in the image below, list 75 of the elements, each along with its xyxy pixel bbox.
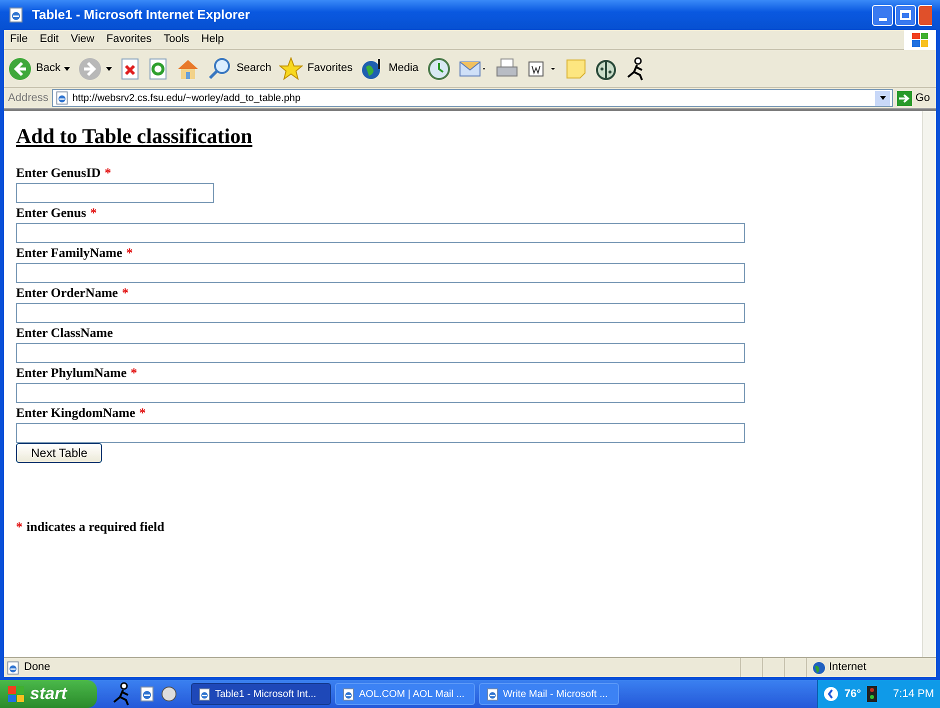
next-table-button[interactable]: Next Table: [16, 443, 102, 463]
required-asterisk: *: [90, 204, 97, 222]
page-icon: [6, 660, 20, 674]
dropdown-caret-icon: [64, 66, 70, 70]
dropdown-caret-icon: [880, 96, 886, 100]
input-field[interactable]: [16, 423, 745, 443]
field-label: Enter OrderName: [16, 284, 118, 302]
search-button[interactable]: Search: [208, 54, 272, 84]
search-icon: [208, 56, 232, 80]
required-asterisk: *: [104, 164, 112, 182]
circle-icon: [161, 686, 177, 702]
traffic-light-icon: [867, 686, 878, 702]
required-asterisk: *: [139, 404, 146, 422]
browser-icon: [486, 688, 499, 700]
input-field[interactable]: [16, 383, 745, 403]
input-field[interactable]: [16, 343, 745, 363]
menu-item[interactable]: Help: [195, 31, 230, 48]
address-field[interactable]: http://websrv2.cs.fsu.edu/~worley/add_to_table.php: [52, 89, 894, 107]
input-field[interactable]: [16, 263, 745, 283]
menu-item[interactable]: Favorites: [100, 31, 158, 48]
zone-label: Internet: [829, 660, 866, 676]
taskbar-button[interactable]: Table1 - Microsoft Int...: [191, 683, 331, 705]
dropdown-caret-icon: [106, 66, 112, 70]
required-asterisk: *: [122, 284, 128, 302]
taskbar-button[interactable]: AOL.COM | AOL Mail ...: [335, 683, 475, 705]
page-heading: Add to Table classification: [16, 123, 252, 149]
input-field[interactable]: [16, 183, 214, 203]
ladybug-icon: [594, 58, 617, 80]
required-asterisk: *: [16, 518, 22, 536]
refresh-icon: [148, 58, 168, 80]
windows-flag-icon: [904, 30, 936, 50]
input-field[interactable]: [16, 223, 745, 243]
browser-icon: [198, 688, 211, 700]
menu-item[interactable]: File: [4, 31, 34, 48]
document-icon: [526, 58, 557, 78]
globe-icon: [813, 662, 825, 674]
menu-item[interactable]: Edit: [34, 31, 65, 48]
clock-time: 7:14 PM: [893, 686, 934, 702]
close-button[interactable]: [918, 4, 932, 26]
required-asterisk: *: [130, 364, 138, 382]
windows-flag-icon: [8, 686, 24, 702]
scrollbar[interactable]: [922, 111, 936, 657]
dropdown-button[interactable]: [875, 90, 890, 106]
field-label: Enter ClassName: [16, 324, 113, 342]
status-text: Done: [24, 660, 50, 676]
back-button[interactable]: Back: [8, 54, 70, 84]
input-field[interactable]: [16, 303, 745, 323]
required-asterisk: *: [126, 244, 133, 262]
field-label: Enter KingdomName: [16, 404, 136, 422]
media-button[interactable]: Media: [360, 54, 419, 84]
browser-icon: [8, 7, 24, 23]
minimize-button[interactable]: [872, 4, 893, 26]
temperature: 76°: [844, 686, 862, 702]
field-label: Enter PhylumName: [16, 364, 127, 382]
stop-icon: [120, 58, 140, 80]
field-label: Enter GenusID: [16, 164, 101, 182]
sticky-note-icon: [564, 58, 587, 80]
favorites-button[interactable]: Favorites: [279, 54, 353, 84]
go-button[interactable]: Go: [897, 90, 932, 106]
maximize-button[interactable]: [895, 4, 916, 26]
window-title: Table1 - Microsoft Internet Explorer: [32, 6, 251, 24]
chevron-left-icon: [824, 687, 838, 701]
menu-item[interactable]: View: [64, 31, 100, 48]
clock-icon: [426, 56, 451, 80]
page-icon: [55, 91, 70, 105]
browser-icon: [139, 686, 155, 702]
required-note: indicates a required field: [26, 518, 164, 536]
field-label: Enter FamilyName: [16, 244, 122, 262]
taskbar-button[interactable]: Write Mail - Microsoft ...: [479, 683, 619, 705]
go-arrow-icon: [897, 90, 912, 106]
star-icon: [279, 56, 304, 80]
browser-icon: [342, 688, 355, 700]
address-label: Address: [8, 90, 48, 106]
menu-item[interactable]: Tools: [158, 31, 196, 48]
field-label: Enter Genus: [16, 204, 86, 222]
